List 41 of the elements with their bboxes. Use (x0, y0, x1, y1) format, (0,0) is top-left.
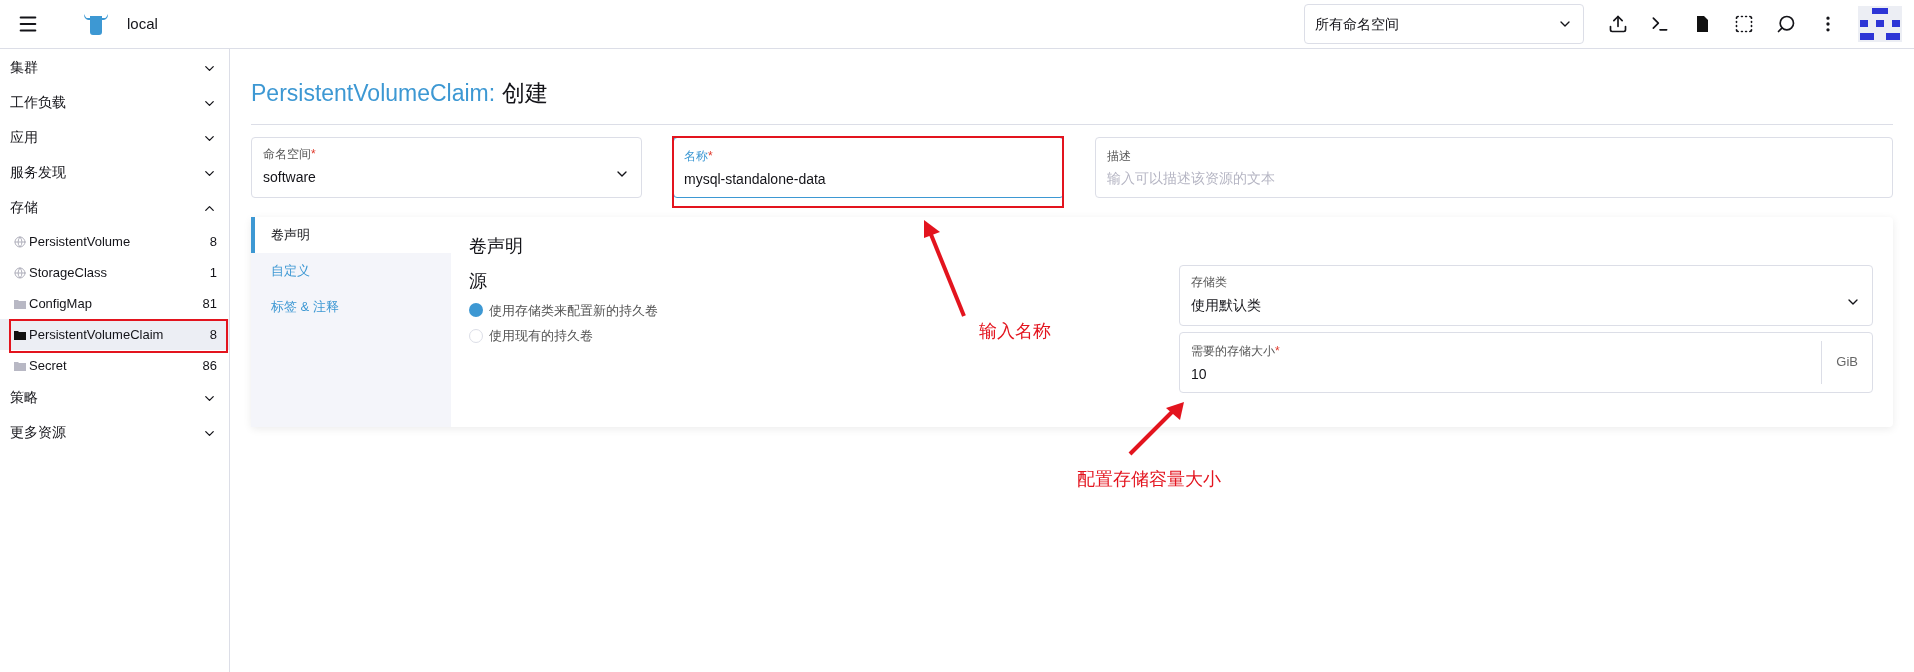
dashed-square-icon[interactable] (1734, 14, 1754, 34)
nav-item[interactable]: PersistentVolumeClaim 8 (0, 319, 229, 350)
folder-icon (14, 360, 26, 371)
avatar-icon[interactable] (1858, 6, 1902, 42)
nav-group[interactable]: 集群 (0, 51, 229, 86)
folder-icon (14, 298, 26, 309)
storage-class-select[interactable]: 存储类 使用默认类 (1179, 264, 1873, 326)
annotation-text: 输入名称 (979, 320, 1051, 343)
section-title: 卷声明 (469, 234, 524, 258)
unit-label: GiB (1821, 340, 1872, 384)
description-field[interactable]: 描述 输入可以描述该资源的文本 (1095, 136, 1893, 198)
nav-item[interactable]: PersistentVolume 8 (0, 226, 229, 257)
upload-icon[interactable] (1608, 14, 1628, 34)
globe-icon (14, 266, 26, 279)
terminal-icon[interactable] (1650, 14, 1670, 34)
tab[interactable]: 卷声明 (251, 216, 451, 253)
nav-group[interactable]: 服务发现 (0, 156, 229, 191)
radio-label: 使用存储类来配置新的持久卷 (489, 301, 658, 320)
nav-item[interactable]: StorageClass 1 (0, 257, 229, 288)
nav-group[interactable]: 工作负载 (0, 86, 229, 121)
nav-group[interactable]: 更多资源 (0, 416, 229, 451)
annotation-text: 配置存储容量大小 (1077, 468, 1221, 491)
storage-size-field[interactable]: 需要的存储大小* 10 GiB (1179, 331, 1873, 393)
nav-group[interactable]: 存储 (0, 191, 229, 226)
radio-button[interactable] (469, 303, 483, 318)
radio-button[interactable] (469, 328, 483, 343)
radio-label: 使用现有的持久卷 (489, 327, 593, 345)
cluster-name: local (127, 13, 158, 34)
globe-icon (14, 235, 26, 248)
description-input[interactable]: 输入可以描述该资源的文本 (1107, 168, 1881, 189)
namespace-select[interactable]: 命名空间* software (251, 136, 642, 198)
search-icon[interactable] (1776, 14, 1796, 34)
namespace-select[interactable]: 所有命名空间 (1304, 4, 1584, 44)
folder-icon (14, 329, 26, 340)
bull-logo-icon (83, 13, 109, 35)
nav-item[interactable]: ConfigMap 81 (0, 288, 229, 319)
nav-group[interactable]: 应用 (0, 121, 229, 156)
nav-group[interactable]: 策略 (0, 381, 229, 416)
source-heading: 源 (469, 269, 488, 293)
page-title: PersistentVolumeClaim: 创建 (251, 76, 1893, 125)
nav-item[interactable]: Secret 86 (0, 350, 229, 381)
